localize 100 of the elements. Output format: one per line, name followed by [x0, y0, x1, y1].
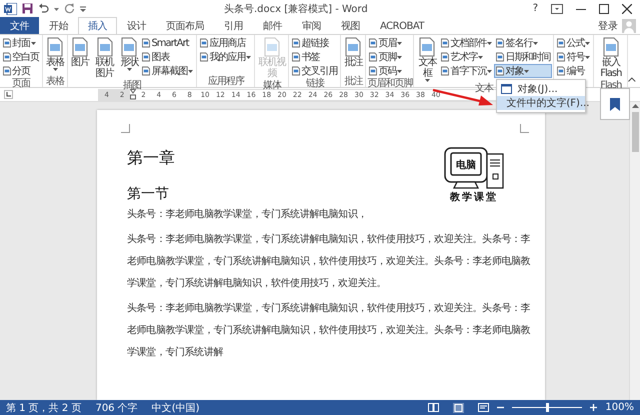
ribbon-tab[interactable]: 页面布局 — [156, 17, 214, 34]
ribbon-tab[interactable]: 视图 — [331, 17, 370, 34]
ribbon-button[interactable]: 页码 — [367, 64, 404, 78]
document-icon — [262, 37, 282, 57]
ribbon-button[interactable]: 编号 — [555, 64, 592, 78]
caret-icon — [397, 56, 402, 58]
undo-icon[interactable] — [38, 3, 49, 14]
ribbon-button[interactable]: 页脚 — [367, 50, 404, 64]
bookmark-icon — [610, 98, 620, 110]
ribbon-button[interactable]: 空白页 — [1, 50, 41, 64]
document-icon — [94, 37, 115, 57]
navigation-pane-button[interactable] — [600, 88, 630, 120]
document-icon — [557, 66, 566, 76]
caret-icon — [478, 56, 484, 58]
save-icon[interactable] — [22, 3, 33, 14]
group-label: 批注 — [344, 76, 362, 87]
ribbon-display-icon[interactable] — [551, 4, 563, 14]
document-icon — [369, 38, 378, 48]
chapter-heading: 第一章 — [127, 148, 175, 169]
ribbon-tab[interactable]: 设计 — [117, 17, 156, 34]
zoom-level: 100% — [605, 402, 634, 413]
ribbon-button[interactable]: 封面 — [1, 36, 41, 50]
ribbon-button[interactable]: 首字下沉 — [439, 64, 494, 78]
ribbon-button[interactable]: 联机图片 — [91, 36, 118, 80]
ribbon-button[interactable]: 书签 — [290, 50, 340, 64]
ribbon-tab[interactable]: ACROBAT — [370, 17, 434, 34]
ribbon-button[interactable]: 符号 — [555, 50, 592, 64]
sign-in-link[interactable]: 登录 — [598, 18, 618, 32]
ribbon-button[interactable]: 表格 — [44, 36, 66, 72]
ribbon-button[interactable]: 交叉引用 — [290, 64, 340, 78]
ribbon-tab[interactable]: 引用 — [214, 17, 253, 34]
caret-icon — [31, 42, 36, 44]
document-icon — [45, 37, 65, 57]
caret-icon — [487, 42, 492, 44]
group-label: 页眉和页脚 — [367, 78, 412, 89]
ribbon-button[interactable]: 日期和时间 — [494, 50, 552, 64]
ribbon-button[interactable]: 对象 — [494, 64, 552, 78]
zoom-in-button[interactable] — [588, 404, 600, 411]
ribbon-button[interactable]: 超链接 — [290, 36, 340, 50]
document-icon — [496, 52, 504, 62]
collapse-ribbon-icon[interactable] — [628, 77, 636, 82]
ribbon-button[interactable]: 我的应用 — [198, 50, 254, 64]
ribbon-button[interactable]: 页眉 — [367, 36, 404, 50]
zoom-out-button[interactable] — [495, 404, 506, 411]
document-icon — [600, 37, 621, 57]
word-count: 706 个字 — [95, 402, 138, 414]
ribbon-button[interactable]: 形状 — [118, 36, 140, 72]
caret-icon — [126, 68, 132, 71]
ribbon-button[interactable]: 艺术字 — [439, 50, 494, 64]
object-icon — [501, 84, 512, 94]
caret-icon — [52, 68, 58, 71]
ribbon-button[interactable]: 嵌入 Flash — [595, 36, 626, 80]
ribbon-button[interactable]: 批注 — [342, 36, 364, 69]
document-icon — [496, 38, 504, 48]
scroll-thumb[interactable] — [632, 112, 638, 152]
ribbon-tab[interactable]: 开始 — [39, 17, 78, 34]
ribbon-button[interactable]: 图表 — [140, 50, 196, 64]
indent-marker-icon[interactable] — [130, 89, 136, 100]
read-mode-icon[interactable] — [428, 403, 440, 412]
group-label: Flash — [600, 80, 622, 91]
document-icon — [292, 38, 300, 48]
help-button[interactable]: ? — [532, 3, 538, 14]
ribbon-button[interactable]: 屏幕截图 — [140, 64, 196, 78]
ribbon-button[interactable]: 分页 — [1, 64, 41, 78]
ribbon-button[interactable]: 签名行 — [494, 36, 552, 50]
web-layout-icon[interactable] — [478, 403, 490, 412]
close-icon[interactable] — [622, 4, 632, 14]
document-icon — [3, 38, 11, 48]
ribbon-button[interactable]: 文档部件 — [439, 36, 494, 50]
document-icon — [142, 38, 150, 48]
maximize-icon[interactable] — [599, 4, 609, 14]
ribbon-button[interactable]: 文本框 — [415, 36, 440, 83]
group-label: 链接 — [306, 78, 324, 89]
ribbon-tab[interactable]: 邮件 — [253, 17, 292, 34]
body-paragraph: 头条号：李老师电脑教学课堂，专门系统讲解电脑知识，软件使用技巧，欢迎关注。头条号：李老师电脑教学课堂，专门系统讲解电脑知识，软件使用技巧，欢迎关注。头条号：李老师电脑教学课堂，专门系统讲解 — [127, 302, 532, 360]
document-icon — [119, 37, 140, 57]
print-layout-icon[interactable] — [453, 402, 464, 412]
ribbon-button[interactable]: 应用商店 — [198, 36, 254, 50]
ribbon-tab[interactable]: 插入 — [78, 17, 117, 34]
zoom-slider-thumb[interactable] — [546, 403, 549, 412]
caret-icon — [524, 70, 530, 72]
page-count: 第 1 页，共 2 页 — [6, 402, 82, 414]
crop-mark — [520, 124, 529, 133]
group-label: 应用程序 — [208, 76, 244, 87]
caret-icon — [585, 56, 590, 58]
ribbon-button[interactable]: 图片 — [69, 36, 91, 69]
app-logo-icon — [4, 2, 17, 14]
document-icon — [3, 52, 11, 62]
ribbon-tab[interactable]: 审阅 — [292, 17, 331, 34]
ribbon-button[interactable]: 公式 — [555, 36, 592, 50]
document-icon — [200, 52, 208, 62]
caret-icon — [246, 56, 252, 58]
file-tab[interactable]: 文件 — [0, 17, 39, 34]
document-icon — [557, 52, 566, 62]
document-icon — [369, 66, 378, 76]
ribbon-button[interactable]: SmartArt — [140, 36, 196, 50]
tab-stop-icon[interactable] — [4, 90, 13, 99]
redo-icon[interactable] — [64, 3, 75, 14]
menu-item[interactable]: 对象(J)... — [497, 82, 586, 96]
vertical-scrollbar[interactable] — [629, 102, 640, 400]
